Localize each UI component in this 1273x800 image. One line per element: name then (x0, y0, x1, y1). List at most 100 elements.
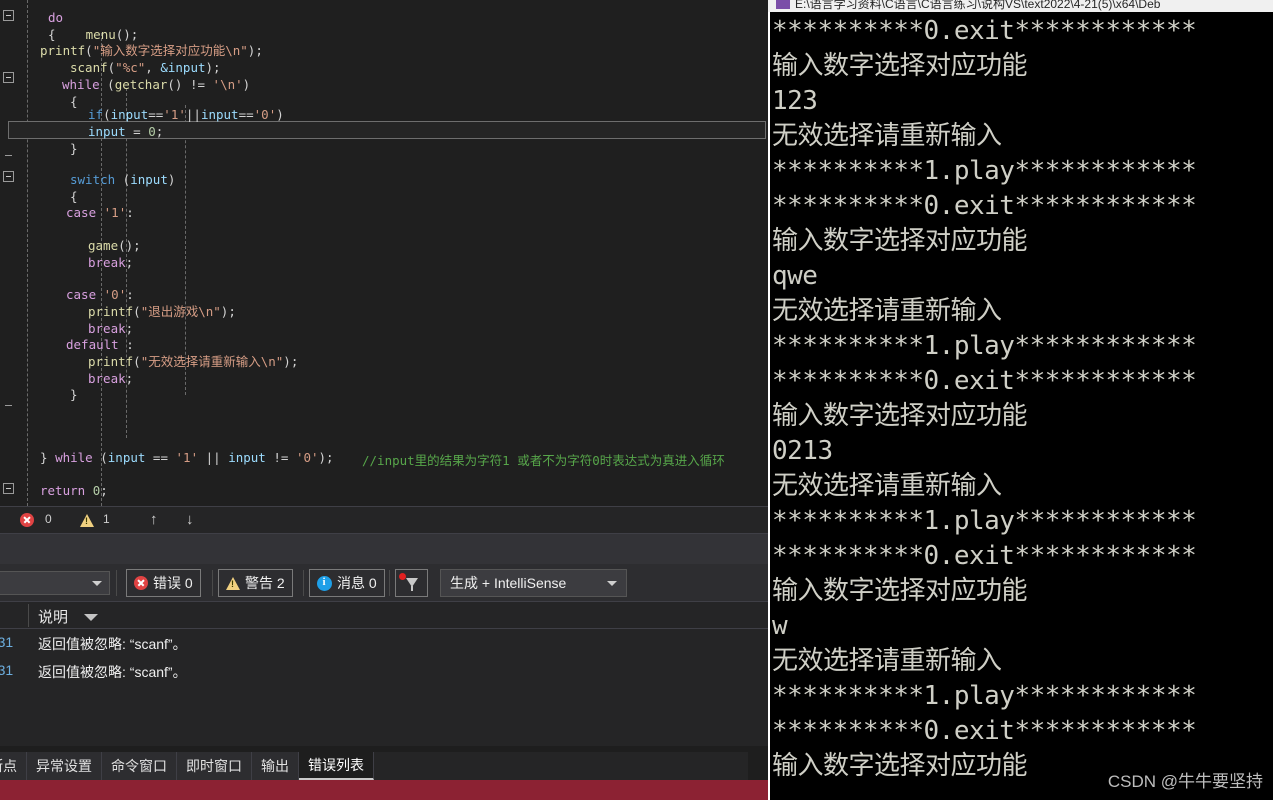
console-line: 无效选择请重新输入 (772, 121, 1002, 151)
code-line: printf("输入数字选择对应功能\n"); (40, 43, 263, 60)
filter-funnel-icon[interactable] (395, 569, 428, 597)
code-token: input (88, 124, 126, 139)
console-line: 输入数字选择对应功能 (772, 751, 1028, 781)
messages-toggle-button[interactable]: 消息 0 (309, 569, 385, 597)
fold-toggle-icon[interactable] (3, 171, 14, 182)
code-token: switch (70, 172, 116, 187)
console-line: 输入数字选择对应功能 (772, 51, 1028, 81)
fold-region-dash (5, 405, 12, 406)
code-token: ) (276, 107, 284, 122)
table-row[interactable]: 6031 返回值被忽略: “scanf”。 (0, 657, 768, 685)
console-line: **********1.play************ (772, 156, 1197, 186)
code-line: while (getchar() != '\n') (62, 77, 250, 94)
code-token: ; (125, 255, 134, 270)
code-token: menu (85, 27, 116, 42)
code-token: '\n' (212, 77, 243, 92)
code-token: break (88, 321, 126, 336)
console-line: 输入数字选择对应功能 (772, 576, 1028, 606)
code-token: '1' (103, 205, 127, 220)
code-line: break; (88, 371, 133, 388)
code-token: printf (88, 304, 134, 319)
console-line: 无效选择请重新输入 (772, 471, 1002, 501)
code-token: "输入数字选择对应功能\n" (92, 43, 248, 58)
tool-tab-4[interactable]: 输出 (252, 752, 299, 780)
tool-tab-0[interactable]: 断点 (0, 752, 27, 780)
code-token: } (70, 387, 78, 402)
editor-navigation-bar[interactable]: 0 1 ↑ ↓ (0, 506, 768, 533)
code-token: input (228, 450, 266, 465)
error-list-toolbar: 方案 错误 0 警告 2 消息 0 (0, 564, 768, 602)
code-token: do (48, 10, 64, 25)
code-token: ; (100, 483, 108, 498)
tool-tab-3[interactable]: 即时窗口 (177, 752, 252, 780)
console-titlebar[interactable]: E:\语言学习资料\C语言\C语言练习\说构VS\text2022\4-21(5… (768, 0, 1273, 12)
error-circle-icon (134, 576, 148, 590)
console-output[interactable]: **********0.exit************ 输入数字选择对应功能 12… (770, 12, 1273, 800)
code-line: return 0; (40, 483, 108, 500)
fold-toggle-icon[interactable] (3, 10, 14, 21)
tool-tab-5[interactable]: 错误列表 (299, 752, 374, 780)
code-token: || (185, 107, 201, 122)
nav-prev-icon[interactable]: ↑ (150, 511, 158, 528)
error-list-column-headers: 码 说明 (0, 602, 768, 629)
tool-window-tabs[interactable]: 断点异常设置命令窗口即时窗口输出错误列表 (0, 752, 748, 780)
code-token: input (110, 107, 149, 122)
errors-toggle-button[interactable]: 错误 0 (126, 569, 201, 597)
code-token: ; (125, 371, 134, 386)
code-token: } (70, 141, 78, 156)
console-line: 123 (772, 86, 818, 116)
table-row[interactable]: 6031 返回值被忽略: “scanf”。 (0, 629, 768, 657)
tool-tab-1[interactable]: 异常设置 (27, 752, 102, 780)
code-token: , (145, 60, 161, 75)
messages-toggle-label: 消息 0 (337, 575, 377, 591)
code-token: ); (283, 354, 299, 369)
row-code-cell: 6031 (0, 634, 14, 650)
console-line: 无效选择请重新输入 (772, 296, 1002, 326)
code-text[interactable]: do{ menu(); printf("输入数字选择对应功能\n"); scanf(… (22, 0, 768, 506)
editor-warning-count: 1 (103, 512, 110, 526)
editor-error-count: 0 (45, 512, 52, 526)
code-token: case (66, 205, 97, 220)
code-line: } while (input == '1' || input != '0'); (40, 450, 334, 467)
console-line: 无效选择请重新输入 (772, 646, 1002, 676)
sort-descending-icon[interactable] (84, 614, 98, 621)
warnings-toggle-button[interactable]: 警告 2 (218, 569, 293, 597)
column-divider[interactable] (28, 604, 29, 627)
build-scope-dropdown[interactable]: 生成 + IntelliSense (440, 569, 627, 597)
toolbar-separator-4 (389, 570, 390, 596)
console-window[interactable]: E:\语言学习资料\C语言\C语言练习\说构VS\text2022\4-21(5… (768, 0, 1273, 800)
code-token: '0' (253, 107, 277, 122)
code-token: input (130, 172, 168, 187)
code-token: : (118, 337, 134, 352)
fold-toggle-icon[interactable] (3, 483, 14, 494)
code-token: return (40, 483, 86, 498)
code-token: == (145, 450, 176, 465)
code-token: ); (247, 43, 263, 58)
code-token: ( (85, 43, 93, 58)
code-line: } (70, 141, 78, 158)
fold-region-dash (5, 155, 12, 156)
fold-toggle-icon[interactable] (3, 72, 14, 83)
row-code-cell: 6031 (0, 662, 14, 678)
code-line: if(input=='1'||input=='0') (88, 107, 284, 124)
row-description-cell: 返回值被忽略: “scanf”。 (38, 664, 187, 680)
console-line: **********1.play************ (772, 681, 1197, 711)
code-line: default : (66, 337, 134, 354)
app-root: do{ menu(); printf("输入数字选择对应功能\n"); scanf(… (0, 0, 1273, 800)
code-token: == (148, 107, 164, 122)
code-token: () != (167, 77, 213, 92)
code-editor[interactable]: do{ menu(); printf("输入数字选择对应功能\n"); scanf(… (0, 0, 768, 506)
nav-next-icon[interactable]: ↓ (186, 511, 194, 528)
warnings-toggle-label: 警告 2 (245, 575, 285, 591)
column-header-description[interactable]: 说明 (38, 606, 68, 627)
tool-tab-2[interactable]: 命令窗口 (102, 752, 177, 780)
code-token: ( (92, 450, 108, 465)
code-line: break; (88, 255, 133, 272)
console-app-icon (776, 0, 790, 9)
console-line: **********1.play************ (772, 506, 1197, 536)
code-token: case (66, 287, 97, 302)
scope-dropdown[interactable]: 方案 (0, 571, 110, 595)
